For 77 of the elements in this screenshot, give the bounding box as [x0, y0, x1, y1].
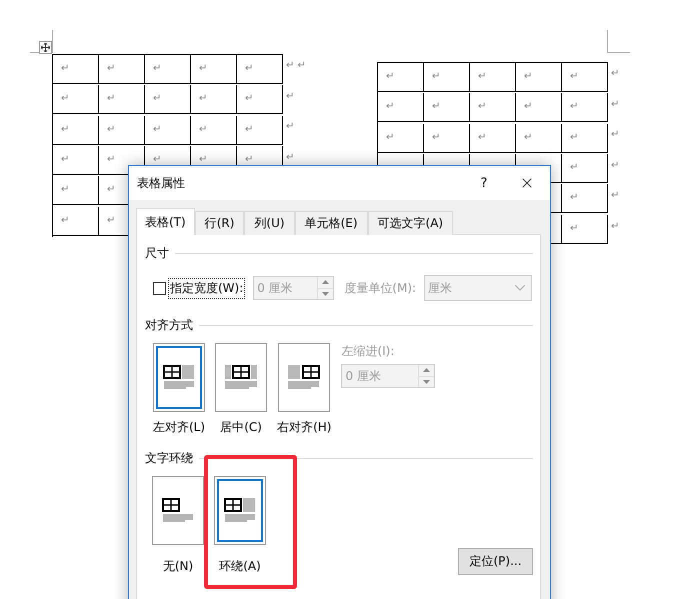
- row-end-mark: ↵: [286, 152, 294, 162]
- row-end-mark: ↵: [610, 160, 620, 170]
- chevron-down-icon: [515, 285, 526, 291]
- table-cell: ↵: [237, 85, 283, 114]
- table-cell: ↵: [99, 116, 145, 145]
- table-cell: ↵: [191, 85, 237, 114]
- table-cell: ↵: [99, 85, 145, 114]
- row-end-mark: ↵: [286, 90, 294, 102]
- table-layout-icon: [162, 498, 194, 524]
- table-cell: ↵: [562, 124, 608, 153]
- table-cell: ↵: [470, 63, 516, 92]
- table-layout-icon: [225, 364, 258, 390]
- down-arrow-icon: [322, 292, 330, 296]
- row-end-mark: ↵: [286, 121, 294, 132]
- help-button[interactable]: ?: [460, 176, 508, 190]
- table-cell: ↵: [237, 55, 283, 84]
- tab[interactable]: 行(R): [194, 211, 244, 235]
- table-cell: ↵: [378, 93, 424, 122]
- field-label: 度量单位(M):: [344, 280, 416, 296]
- section-heading: 尺寸: [145, 245, 169, 262]
- table-cell: ↵: [53, 146, 99, 175]
- table-cell: ↵: [145, 85, 191, 114]
- table-cell: ↵: [145, 55, 191, 84]
- row-end-mark: ↵: [610, 190, 620, 201]
- table-cell: ↵: [562, 154, 608, 183]
- table-cell: ↵: [145, 116, 191, 145]
- table-cell: ↵: [53, 116, 99, 145]
- table-layout-icon: [288, 364, 320, 390]
- table-cell: ↵: [562, 63, 608, 92]
- table-cell: ↵: [237, 116, 283, 145]
- up-arrow-icon: [322, 280, 330, 284]
- wrap-option[interactable]: 环绕(A): [214, 476, 266, 575]
- row-end-mark: ↵ ↵: [286, 60, 306, 71]
- row-end-mark: ↵: [610, 129, 620, 140]
- table-cell: ↵: [378, 63, 424, 92]
- checkbox[interactable]: [153, 282, 166, 294]
- table-cell: ↵: [53, 55, 99, 84]
- table-cell: ↵: [53, 176, 99, 206]
- table-cell: ↵: [516, 124, 562, 153]
- table-cell: ↵: [516, 63, 562, 92]
- table-cell: ↵: [424, 63, 470, 92]
- section-heading: 文字环绕: [145, 450, 193, 467]
- table-cell: ↵: [562, 184, 608, 214]
- wrap-option[interactable]: 无(N): [152, 476, 204, 575]
- table-layout-icon: [224, 498, 256, 524]
- row-end-mark: ↵: [610, 98, 620, 110]
- table-cell: ↵: [53, 85, 99, 114]
- table-cell: ↵: [424, 124, 470, 153]
- table-cell: ↵: [424, 93, 470, 122]
- table-cell: ↵: [470, 93, 516, 122]
- table-cell: ↵: [191, 55, 237, 84]
- tab[interactable]: 单元格(E): [294, 211, 368, 235]
- row-end-mark: ↵: [610, 220, 620, 232]
- move-handle-icon[interactable]: [39, 41, 52, 54]
- table-cell: ↵: [378, 124, 424, 153]
- crop-mark: [607, 30, 630, 53]
- section-heading: 对齐方式: [145, 317, 193, 334]
- alignment-option[interactable]: 右对齐(H): [277, 343, 332, 436]
- table-cell: ↵: [191, 116, 237, 145]
- table-cell: ↵: [516, 93, 562, 122]
- field-label: 左缩进(I):: [341, 343, 396, 360]
- down-arrow-icon: [423, 380, 430, 384]
- table-cell: ↵: [470, 124, 516, 153]
- alignment-option[interactable]: 左对齐(L): [153, 343, 206, 436]
- row-end-mark: ↵: [610, 68, 620, 79]
- up-arrow-icon: [423, 368, 430, 372]
- table-cell: ↵: [99, 55, 145, 84]
- tab[interactable]: 可选文字(A): [368, 211, 454, 235]
- tab[interactable]: 表格(T): [136, 208, 195, 235]
- table-cell: ↵: [562, 93, 608, 122]
- checkbox-label[interactable]: 指定宽度(W):: [168, 278, 246, 298]
- alignment-option[interactable]: 居中(C): [215, 343, 268, 436]
- table-layout-icon: [163, 364, 196, 390]
- table-cell: ↵: [53, 206, 99, 236]
- position-button[interactable]: 定位(P)...: [458, 548, 533, 575]
- tab[interactable]: 列(U): [244, 211, 295, 235]
- table-cell: ↵: [562, 214, 608, 244]
